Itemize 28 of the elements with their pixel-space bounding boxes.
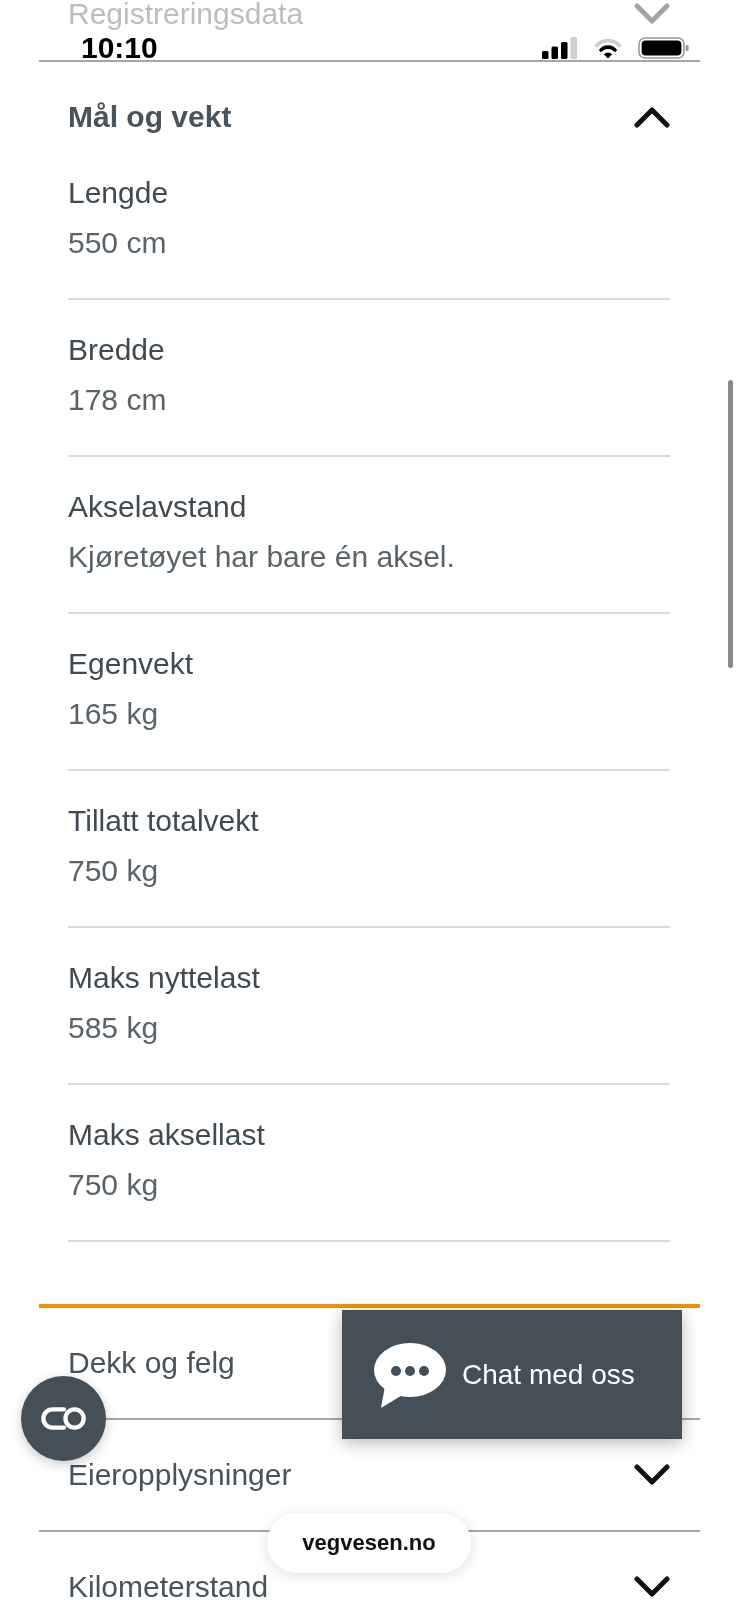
accordion-title[interactable]: Kilometerstand [68,1573,269,1600]
field-value: Kjøretøyet har bare én aksel. [68,539,455,575]
field-value: 178 cm [68,382,167,418]
field-value: 750 kg [68,1167,159,1203]
accordion-title[interactable]: Mål og vekt [68,99,232,135]
field-value: 165 kg [68,696,159,732]
field-value: 750 kg [68,853,159,889]
chevron-up-icon[interactable] [634,106,670,128]
address-bar[interactable]: vegvesen.no [267,1513,471,1573]
field-value: 550 cm [68,225,167,261]
field-label: Tillatt totalvekt [68,803,259,839]
field-label: Lengde [68,175,169,211]
chat-button[interactable]: Chat med oss [342,1310,682,1439]
chevron-down-icon[interactable] [634,1575,670,1598]
chevron-down-icon[interactable] [634,1463,670,1486]
wifi-icon [593,37,623,59]
field-label: Bredde [68,332,165,368]
signal-icon [542,37,578,59]
field-label: Maks nyttelast [68,960,260,996]
field-value: 585 kg [68,1010,159,1046]
chat-bubble-icon [372,1341,447,1408]
floating-action-button[interactable] [21,1376,106,1461]
field-label: Maks aksellast [68,1117,265,1153]
field-label: Akselavstand [68,489,247,525]
status-time: 10:10 [81,36,158,60]
battery-icon [638,37,690,59]
link-icon [39,1406,88,1431]
field-label: Egenvekt [68,646,194,682]
